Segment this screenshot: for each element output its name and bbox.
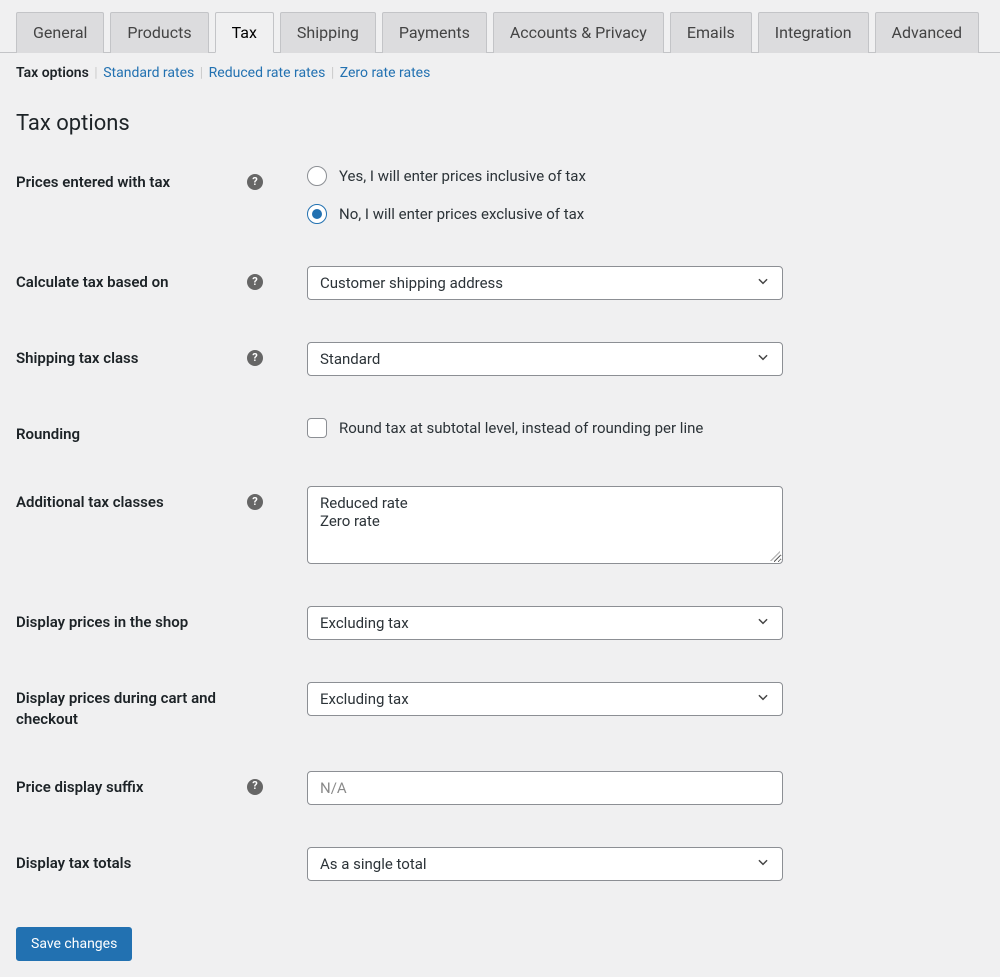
chevron-down-icon xyxy=(756,855,770,873)
separator: | xyxy=(200,65,203,81)
separator: | xyxy=(331,65,334,81)
separator: | xyxy=(94,65,97,81)
subtab-zero-rates[interactable]: Zero rate rates xyxy=(340,65,431,81)
tab-products[interactable]: Products xyxy=(110,12,208,53)
chevron-down-icon xyxy=(756,614,770,632)
select-display-cart[interactable]: Excluding tax xyxy=(307,682,783,716)
radio-prices-exclusive[interactable] xyxy=(307,204,327,224)
page-title: Tax options xyxy=(16,111,984,136)
subtab-reduced-rates[interactable]: Reduced rate rates xyxy=(209,65,326,81)
radio-prices-inclusive[interactable] xyxy=(307,166,327,186)
select-display-shop[interactable]: Excluding tax xyxy=(307,606,783,640)
select-calc-based-on[interactable]: Customer shipping address xyxy=(307,266,783,300)
select-value: Customer shipping address xyxy=(320,274,503,292)
textarea-additional-classes[interactable]: Reduced rate Zero rate xyxy=(307,486,783,564)
label-rounding: Rounding xyxy=(16,424,263,444)
save-button[interactable]: Save changes xyxy=(16,927,132,961)
select-value: Excluding tax xyxy=(320,690,409,708)
tab-emails[interactable]: Emails xyxy=(670,12,752,53)
chevron-down-icon xyxy=(756,274,770,292)
label-shipping-tax-class: Shipping tax class xyxy=(16,348,239,368)
label-prices-entered: Prices entered with tax xyxy=(16,172,239,192)
tab-tax[interactable]: Tax xyxy=(215,12,274,53)
subtab-standard-rates[interactable]: Standard rates xyxy=(103,65,194,81)
help-icon[interactable]: ? xyxy=(247,350,263,366)
radio-label-prices-exclusive: No, I will enter prices exclusive of tax xyxy=(339,205,584,223)
checkbox-label-rounding: Round tax at subtotal level, instead of … xyxy=(339,419,703,437)
help-icon[interactable]: ? xyxy=(247,274,263,290)
tab-general[interactable]: General xyxy=(16,12,104,53)
tab-accounts[interactable]: Accounts & Privacy xyxy=(493,12,664,53)
help-icon[interactable]: ? xyxy=(247,174,263,190)
label-display-cart: Display prices during cart and checkout xyxy=(16,688,263,729)
chevron-down-icon xyxy=(756,690,770,708)
radio-label-prices-inclusive: Yes, I will enter prices inclusive of ta… xyxy=(339,167,586,185)
tab-advanced[interactable]: Advanced xyxy=(875,12,980,53)
checkbox-rounding[interactable] xyxy=(307,418,327,438)
select-value: As a single total xyxy=(320,855,427,873)
tab-integration[interactable]: Integration xyxy=(758,12,869,53)
label-display-totals: Display tax totals xyxy=(16,853,263,873)
help-icon[interactable]: ? xyxy=(247,779,263,795)
sub-tabs: Tax options | Standard rates | Reduced r… xyxy=(0,53,1000,81)
select-shipping-tax-class[interactable]: Standard xyxy=(307,342,783,376)
label-price-suffix: Price display suffix xyxy=(16,777,239,797)
tab-payments[interactable]: Payments xyxy=(382,12,487,53)
label-display-shop: Display prices in the shop xyxy=(16,612,263,632)
settings-tabs: General Products Tax Shipping Payments A… xyxy=(0,0,1000,53)
select-value: Standard xyxy=(320,350,380,368)
select-value: Excluding tax xyxy=(320,614,409,632)
label-additional-classes: Additional tax classes xyxy=(16,492,239,512)
select-display-totals[interactable]: As a single total xyxy=(307,847,783,881)
tab-shipping[interactable]: Shipping xyxy=(280,12,376,53)
chevron-down-icon xyxy=(756,350,770,368)
label-calc-based-on: Calculate tax based on xyxy=(16,272,239,292)
input-price-suffix[interactable]: N/A xyxy=(307,771,783,805)
help-icon[interactable]: ? xyxy=(247,494,263,510)
subtab-tax-options[interactable]: Tax options xyxy=(16,65,89,81)
